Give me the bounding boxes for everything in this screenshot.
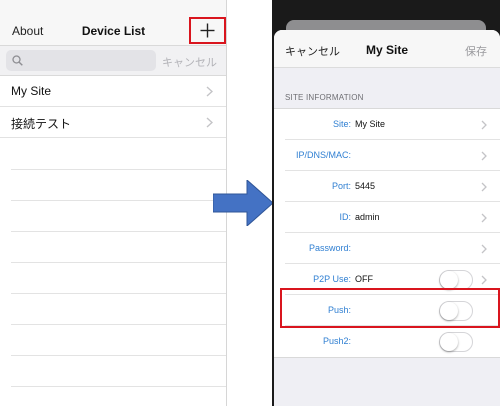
- field-value: admin: [355, 212, 380, 222]
- screenshot-composite: About Device List キャンセル My Site 接続テスト キャ…: [0, 0, 500, 406]
- chevron-right-icon: [481, 182, 487, 192]
- field-label: P2P Use:: [313, 274, 351, 284]
- empty-row-separator: [11, 386, 226, 387]
- empty-row-separator: [11, 355, 226, 356]
- push2-toggle[interactable]: [439, 332, 473, 352]
- add-device-button[interactable]: [189, 17, 226, 44]
- navigation-bar: About Device List: [0, 0, 226, 46]
- site-edit-screen: キャンセル My Site 保存 SITE INFORMATION Site: …: [272, 0, 500, 406]
- plus-icon: [200, 23, 215, 38]
- empty-row-separator: [11, 169, 226, 170]
- chevron-right-icon: [481, 244, 487, 254]
- field-label: Push2:: [322, 336, 351, 346]
- empty-row-separator: [11, 200, 226, 201]
- chevron-right-icon: [481, 275, 487, 285]
- chevron-right-icon: [481, 213, 487, 223]
- search-bar: キャンセル: [0, 46, 226, 76]
- toggle-knob: [440, 271, 458, 289]
- empty-row-separator: [11, 324, 226, 325]
- search-cancel-button[interactable]: キャンセル: [162, 54, 217, 70]
- device-row-connection-test[interactable]: 接続テスト: [0, 107, 226, 138]
- search-field[interactable]: [6, 50, 156, 71]
- chevron-right-icon: [206, 117, 213, 128]
- navigation-bar: キャンセル My Site 保存: [274, 30, 500, 68]
- device-list-screen: About Device List キャンセル My Site 接続テスト: [0, 0, 227, 406]
- p2p-highlight-box: [280, 288, 500, 328]
- chevron-right-icon: [481, 120, 487, 130]
- field-value: OFF: [355, 274, 373, 284]
- device-row-my-site[interactable]: My Site: [0, 76, 226, 107]
- field-row-port[interactable]: Port: 5445: [274, 171, 500, 202]
- save-button[interactable]: 保存: [465, 43, 487, 59]
- field-label: Site:: [332, 119, 351, 129]
- p2p-toggle[interactable]: [439, 270, 473, 290]
- field-value: 5445: [355, 181, 376, 191]
- field-row-push2[interactable]: Push2:: [274, 326, 500, 357]
- field-row-site[interactable]: Site: My Site: [274, 109, 500, 140]
- field-label: IP/DNS/MAC:: [295, 150, 351, 160]
- field-row-id[interactable]: ID: admin: [274, 202, 500, 233]
- device-name: 接続テスト: [11, 117, 72, 131]
- field-value: My Site: [355, 119, 386, 129]
- field-row-password[interactable]: Password:: [274, 233, 500, 264]
- modal-sheet: キャンセル My Site 保存 SITE INFORMATION Site: …: [274, 30, 500, 406]
- device-name: My Site: [11, 84, 52, 98]
- empty-row-separator: [11, 262, 226, 263]
- arrow-right-icon: [213, 180, 273, 226]
- chevron-right-icon: [206, 86, 213, 97]
- search-input[interactable]: [26, 52, 151, 69]
- empty-row-separator: [11, 293, 226, 294]
- toggle-knob: [440, 333, 458, 351]
- empty-row-separator: [11, 231, 226, 232]
- field-label: Password:: [308, 243, 351, 253]
- field-label: Port:: [331, 181, 351, 191]
- field-row-ip-dns-mac[interactable]: IP/DNS/MAC:: [274, 140, 500, 171]
- field-label: ID:: [339, 212, 351, 222]
- search-icon: [12, 55, 23, 66]
- section-header: SITE INFORMATION: [285, 93, 364, 102]
- chevron-right-icon: [481, 151, 487, 161]
